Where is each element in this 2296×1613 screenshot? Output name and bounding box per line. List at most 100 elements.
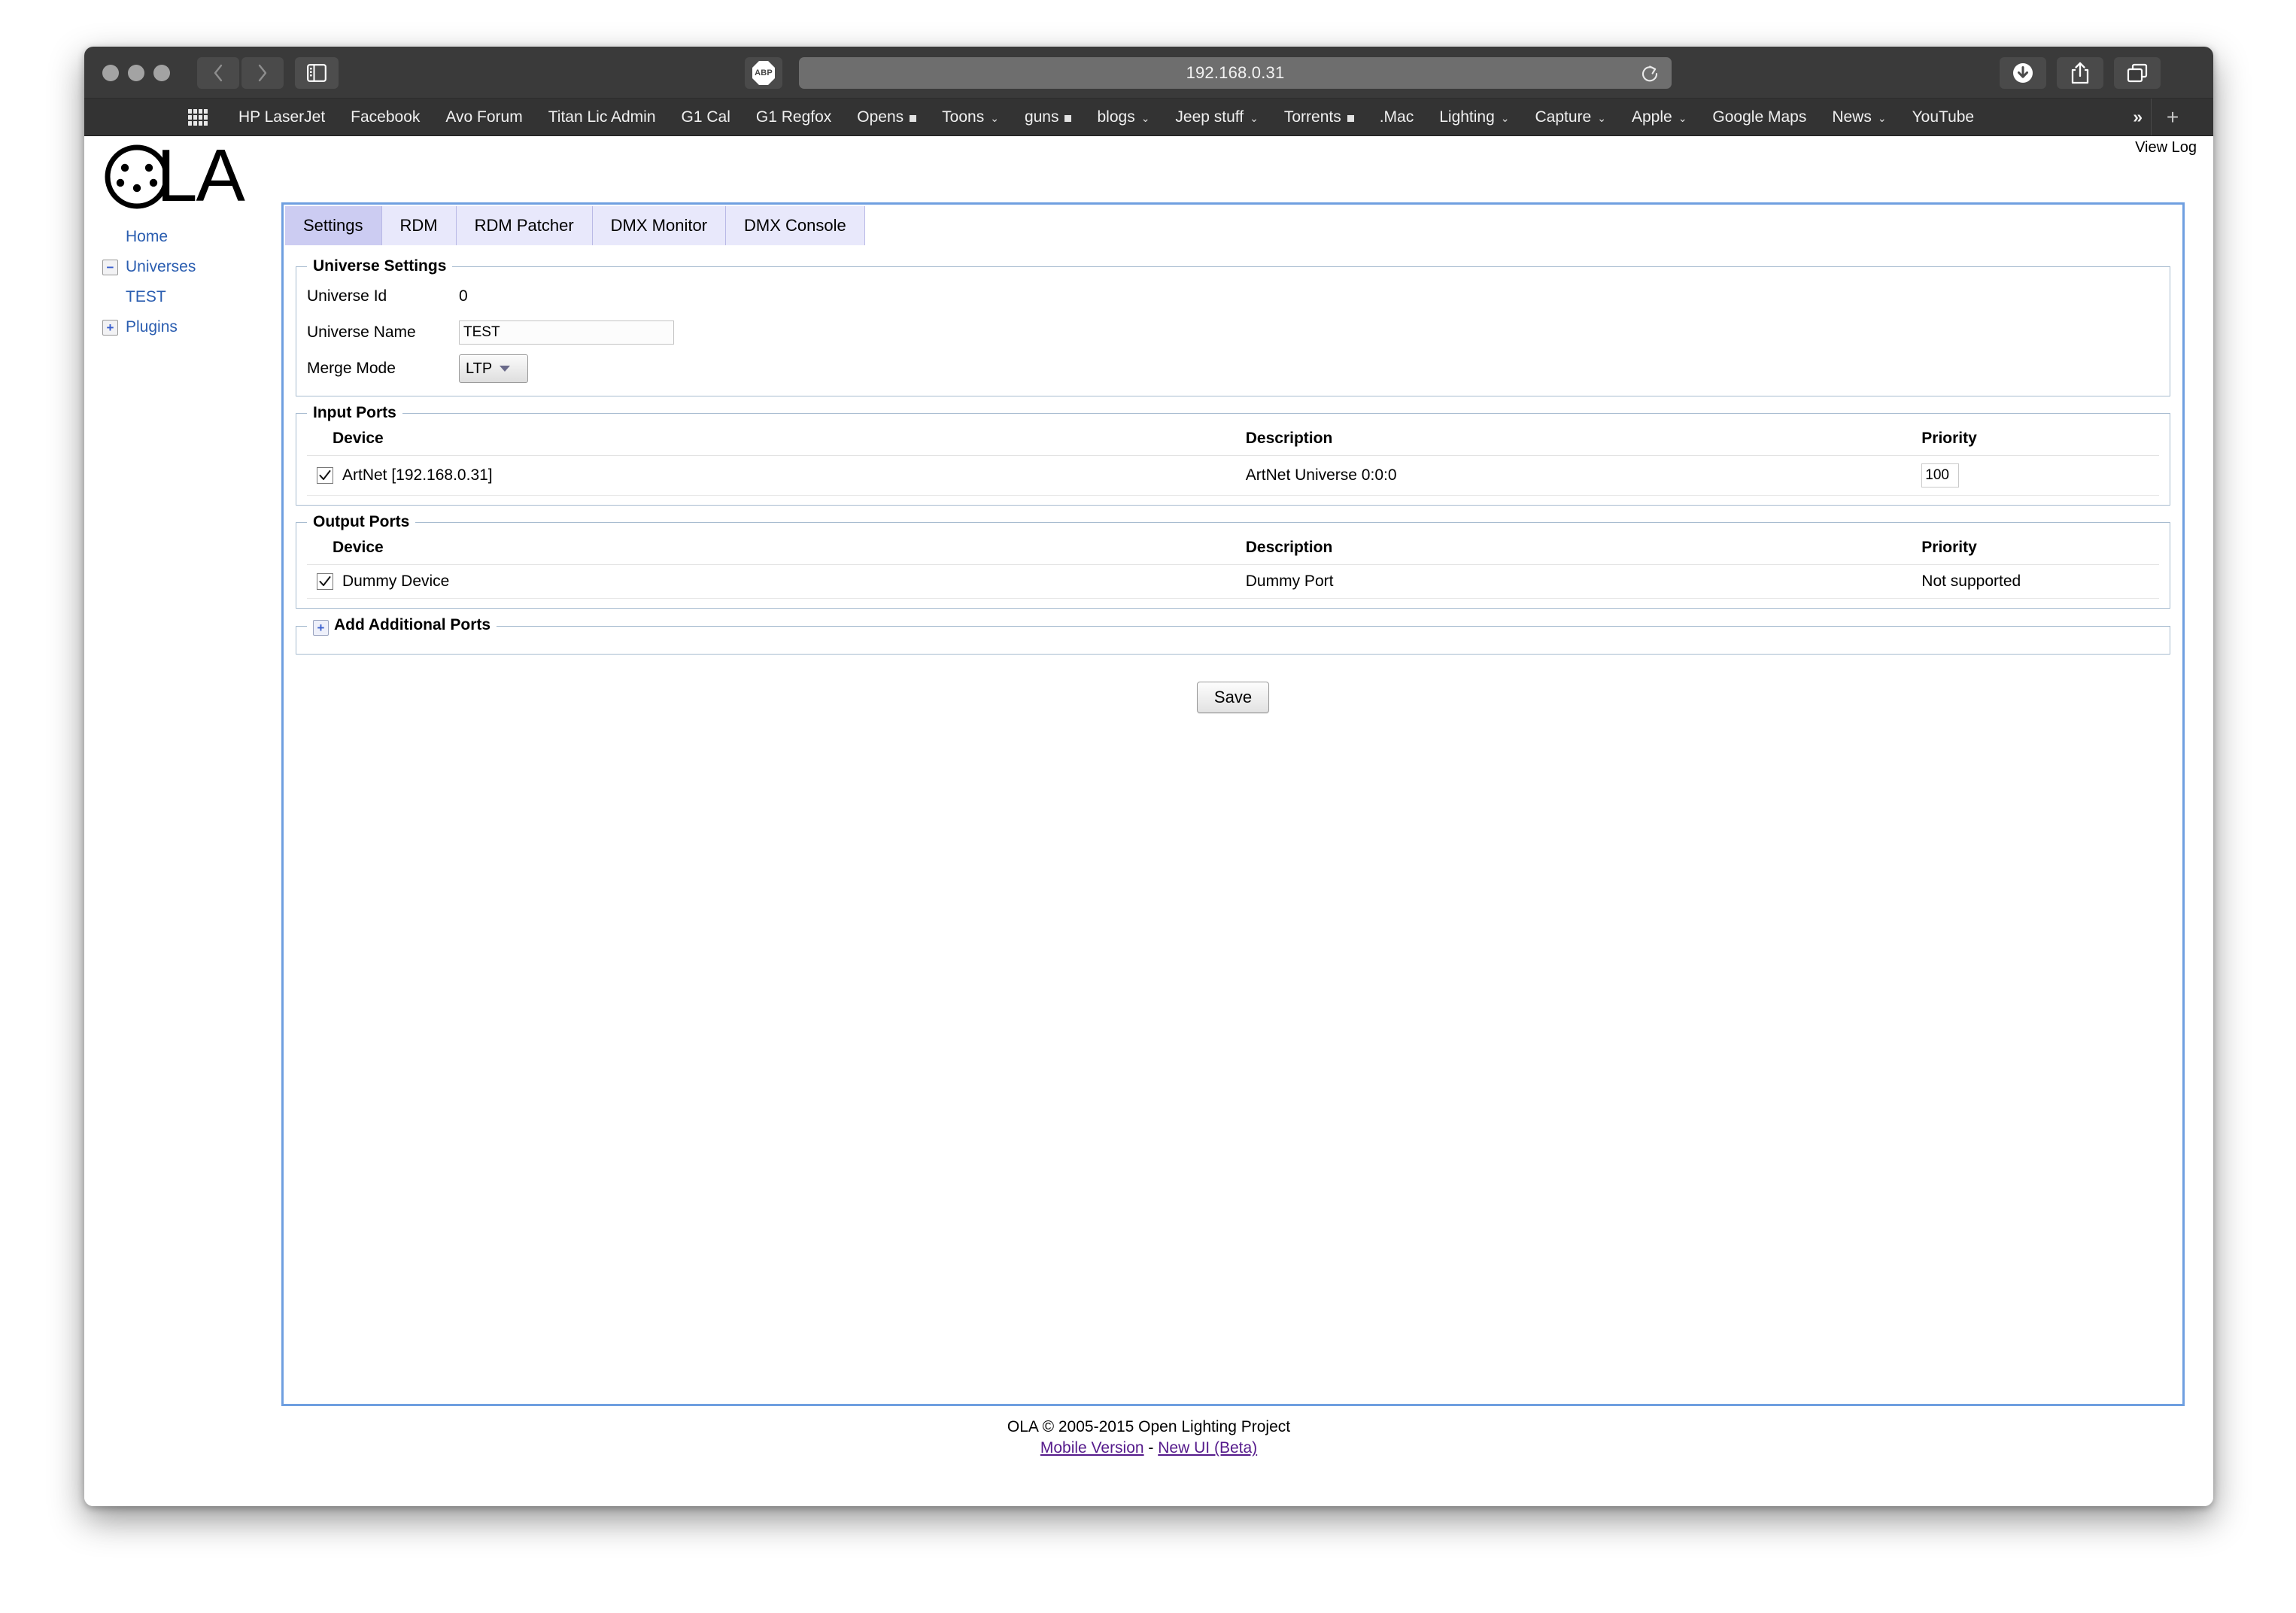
bookmark-item[interactable]: News ⌄ bbox=[1819, 109, 1899, 125]
input-ports-table: Device Description Priority ArtNet [192.… bbox=[307, 425, 2159, 496]
collapse-toggle-icon[interactable]: − bbox=[102, 259, 118, 275]
bookmark-label: blogs bbox=[1097, 108, 1135, 126]
sidebar-item-plugins[interactable]: + Plugins bbox=[96, 312, 299, 342]
sidebar-item-test[interactable]: TEST bbox=[96, 282, 299, 312]
downloads-button[interactable] bbox=[2000, 57, 2046, 89]
universe-id-value: 0 bbox=[459, 287, 468, 305]
show-tabs-button[interactable] bbox=[2114, 57, 2161, 89]
tab-strip-filler bbox=[864, 206, 2182, 245]
universe-name-input[interactable] bbox=[459, 320, 674, 345]
share-icon bbox=[2071, 62, 2089, 84]
bookmark-item[interactable]: blogs ⌄ bbox=[1084, 109, 1162, 125]
bookmark-item[interactable]: HP LaserJet bbox=[226, 109, 338, 125]
column-header-priority: Priority bbox=[1921, 425, 2159, 456]
tab-label: RDM bbox=[399, 216, 438, 235]
url-bar[interactable]: 192.168.0.31 bbox=[799, 57, 1672, 89]
ola-logo: LA bbox=[104, 136, 268, 217]
port-device-name: Dummy Device bbox=[342, 573, 450, 590]
mobile-version-link[interactable]: Mobile Version bbox=[1040, 1439, 1144, 1457]
tab-label: DMX Console bbox=[744, 216, 846, 235]
bookmark-label: Facebook bbox=[351, 108, 421, 126]
bookmark-item[interactable]: .Mac bbox=[1367, 109, 1427, 125]
bookmark-item[interactable]: Jeep stuff ⌄ bbox=[1162, 109, 1271, 125]
share-button[interactable] bbox=[2057, 57, 2103, 89]
sidebar-item-label: Plugins bbox=[126, 318, 178, 336]
port-description: Dummy Port bbox=[1245, 564, 1922, 599]
sidebar-item-label: Universes bbox=[126, 258, 196, 275]
bookmark-label: Jeep stuff bbox=[1175, 108, 1244, 126]
apps-grid-icon[interactable] bbox=[188, 109, 208, 126]
bookmark-label: HP LaserJet bbox=[238, 108, 326, 126]
bookmarks-overflow-button[interactable]: » bbox=[2133, 107, 2143, 127]
new-ui-beta-link[interactable]: New UI (Beta) bbox=[1158, 1439, 1257, 1457]
output-ports-table: Device Description Priority Dummy Device… bbox=[307, 534, 2159, 599]
merge-mode-select[interactable]: LTP bbox=[459, 354, 528, 383]
folder-square-icon bbox=[1347, 115, 1354, 122]
input-ports-legend: Input Ports bbox=[313, 404, 396, 421]
sidebar-toggle-button[interactable] bbox=[295, 57, 339, 89]
main-panel: Settings RDM RDM Patcher DMX Monitor DMX… bbox=[281, 202, 2185, 1406]
bookmark-label: guns bbox=[1024, 108, 1059, 126]
bookmark-item[interactable]: Facebook bbox=[338, 109, 433, 125]
bookmark-label: Apple bbox=[1631, 108, 1672, 126]
port-enabled-checkbox[interactable] bbox=[317, 573, 333, 590]
expand-toggle-icon[interactable]: + bbox=[102, 319, 118, 336]
bookmark-item[interactable]: Torrents bbox=[1271, 109, 1367, 125]
universe-settings-fieldset: Universe Settings Universe Id 0 Universe… bbox=[296, 257, 2170, 396]
folder-square-icon bbox=[910, 115, 917, 122]
footer-copyright: OLA © 2005-2015 Open Lighting Project bbox=[1007, 1418, 1291, 1435]
port-priority-input[interactable] bbox=[1921, 463, 1960, 488]
bookmark-item[interactable]: Titan Lic Admin bbox=[536, 109, 669, 125]
new-tab-button[interactable]: + bbox=[2151, 99, 2194, 135]
tab-rdm-patcher[interactable]: RDM Patcher bbox=[456, 206, 593, 245]
bookmark-label: Torrents bbox=[1283, 108, 1341, 126]
bookmark-item[interactable]: Toons ⌄ bbox=[929, 109, 1012, 125]
minimize-window-button[interactable] bbox=[128, 65, 144, 81]
adblock-plus-button[interactable]: ABP bbox=[745, 57, 782, 89]
view-log-link[interactable]: View Log bbox=[2135, 139, 2197, 156]
output-ports-fieldset: Output Ports Device Description Priority bbox=[296, 513, 2170, 609]
bookmark-item[interactable]: Opens bbox=[844, 109, 929, 125]
settings-tab-body: Universe Settings Universe Id 0 Universe… bbox=[284, 245, 2182, 713]
maximize-window-button[interactable] bbox=[153, 65, 170, 81]
bookmark-item[interactable]: Capture ⌄ bbox=[1523, 109, 1619, 125]
forward-button[interactable] bbox=[241, 57, 284, 89]
bookmark-item[interactable]: Google Maps bbox=[1699, 109, 1819, 125]
bookmark-item[interactable]: Lighting ⌄ bbox=[1426, 109, 1522, 125]
tab-dmx-monitor[interactable]: DMX Monitor bbox=[592, 206, 727, 245]
page-footer: OLA © 2005-2015 Open Lighting Project Mo… bbox=[84, 1417, 2213, 1460]
save-button[interactable]: Save bbox=[1196, 682, 1270, 713]
bookmark-item[interactable]: Avo Forum bbox=[433, 109, 535, 125]
tab-strip: Settings RDM RDM Patcher DMX Monitor DMX… bbox=[284, 205, 2182, 245]
checkmark-icon bbox=[319, 470, 331, 480]
tab-settings[interactable]: Settings bbox=[285, 206, 382, 245]
bookmark-item[interactable]: G1 Regfox bbox=[743, 109, 844, 125]
bookmark-item[interactable]: guns bbox=[1012, 109, 1085, 125]
tab-rdm[interactable]: RDM bbox=[381, 206, 457, 245]
bookmark-label: Toons bbox=[942, 108, 985, 126]
add-additional-ports-label: Add Additional Ports bbox=[334, 616, 491, 633]
add-additional-ports-legend[interactable]: + Add Additional Ports bbox=[307, 616, 497, 636]
merge-mode-label: Merge Mode bbox=[307, 360, 396, 377]
expand-toggle-icon[interactable]: + bbox=[313, 620, 329, 636]
download-icon bbox=[2013, 63, 2033, 83]
bookmark-item[interactable]: YouTube bbox=[1900, 109, 1988, 125]
sidebar-item-universes[interactable]: − Universes bbox=[96, 252, 299, 282]
footer-links: Mobile Version - New UI (Beta) bbox=[84, 1438, 2213, 1459]
nav-tree: Home − Universes TEST + Plugins bbox=[96, 222, 299, 342]
tab-dmx-console[interactable]: DMX Console bbox=[726, 206, 865, 245]
port-device-name: ArtNet [192.168.0.31] bbox=[342, 466, 493, 484]
reload-icon[interactable] bbox=[1640, 64, 1660, 84]
bookmarks-bar: HP LaserJet Facebook Avo Forum Titan Lic Ad… bbox=[84, 99, 2213, 136]
bookmark-item[interactable]: Apple ⌄ bbox=[1619, 109, 1699, 125]
bookmark-label: G1 Cal bbox=[681, 108, 730, 126]
close-window-button[interactable] bbox=[102, 65, 119, 81]
port-enabled-checkbox[interactable] bbox=[317, 467, 333, 484]
universe-id-row: Universe Id 0 bbox=[307, 278, 2159, 314]
table-header-row: Device Description Priority bbox=[307, 534, 2159, 565]
back-button[interactable] bbox=[197, 57, 239, 89]
sidebar-item-home[interactable]: Home bbox=[96, 222, 299, 252]
bookmark-item[interactable]: G1 Cal bbox=[669, 109, 743, 125]
table-row: Dummy Device Dummy Port Not supported bbox=[307, 564, 2159, 599]
checkmark-icon bbox=[319, 576, 331, 586]
